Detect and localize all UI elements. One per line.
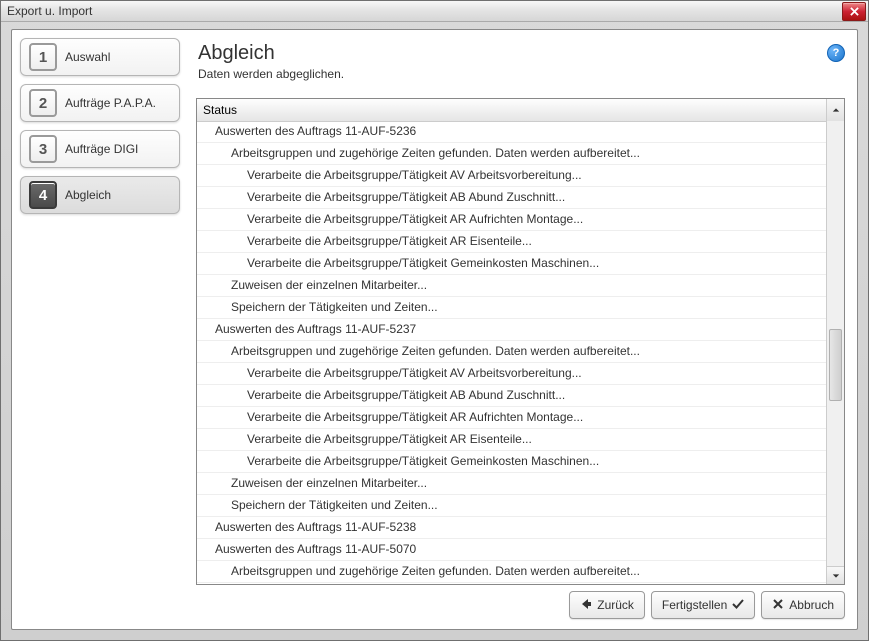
content-frame: 1 Auswahl 2 Aufträge P.A.P.A. 3 Aufträge DIGI… <box>11 29 858 630</box>
status-row[interactable]: Arbeitsgruppen und zugehörige Zeiten gef… <box>197 143 827 165</box>
status-row[interactable]: Arbeitsgruppen und zugehörige Zeiten gef… <box>197 561 827 583</box>
wizard-step-1[interactable]: 1 Auswahl <box>20 38 180 76</box>
step-number-badge: 3 <box>29 135 57 163</box>
check-icon <box>732 598 744 613</box>
status-header-label: Status <box>203 103 237 117</box>
step-number-badge: 1 <box>29 43 57 71</box>
status-row[interactable]: Verarbeite die Arbeitsgruppe/Tätigkeit A… <box>197 187 827 209</box>
step-number-badge: 2 <box>29 89 57 117</box>
vertical-scrollbar[interactable] <box>826 121 844 584</box>
back-button-label: Zurück <box>597 598 634 612</box>
wizard-buttons: Zurück Fertigstellen Abbruch <box>569 591 845 619</box>
wizard-step-3[interactable]: 3 Aufträge DIGI <box>20 130 180 168</box>
status-listbox: Status Auswerten des Auftrags 11-AUF-523… <box>196 98 845 585</box>
status-row[interactable]: Verarbeite die Arbeitsgruppe/Tätigkeit A… <box>197 385 827 407</box>
page-subtitle: Daten werden abgeglichen. <box>198 67 849 81</box>
wizard-sidebar: 1 Auswahl 2 Aufträge P.A.P.A. 3 Aufträge DIGI… <box>20 38 180 222</box>
step-label: Aufträge P.A.P.A. <box>65 96 156 110</box>
step-number-badge: 4 <box>29 181 57 209</box>
status-row[interactable]: Auswerten des Auftrags 11-AUF-5236 <box>197 121 827 143</box>
status-row[interactable]: Speichern der Tätigkeiten und Zeiten... <box>197 297 827 319</box>
finish-button[interactable]: Fertigstellen <box>651 591 755 619</box>
back-button[interactable]: Zurück <box>569 591 645 619</box>
step-label: Abgleich <box>65 188 111 202</box>
window: Export u. Import 1 Auswahl 2 Aufträge P.A.P… <box>0 0 869 641</box>
main-panel: ? Abgleich Daten werden abgeglichen. Sta… <box>192 38 849 585</box>
status-row[interactable]: Arbeitsgruppen und zugehörige Zeiten gef… <box>197 341 827 363</box>
status-row[interactable]: Verarbeite die Arbeitsgruppe/Tätigkeit A… <box>197 209 827 231</box>
status-row[interactable]: Verarbeite die Arbeitsgruppe/Tätigkeit A… <box>197 407 827 429</box>
status-row[interactable]: Zuweisen der einzelnen Mitarbeiter... <box>197 473 827 495</box>
page-title: Abgleich <box>198 42 849 65</box>
titlebar: Export u. Import <box>1 1 868 22</box>
status-row[interactable]: Verarbeite die Arbeitsgruppe/Tätigkeit G… <box>197 451 827 473</box>
arrow-left-icon <box>580 598 592 613</box>
status-row[interactable]: Auswerten des Auftrags 11-AUF-5238 <box>197 517 827 539</box>
help-icon[interactable]: ? <box>827 44 845 62</box>
step-label: Auswahl <box>65 50 110 64</box>
status-list-header[interactable]: Status <box>197 99 844 122</box>
status-row[interactable]: Verarbeite die Arbeitsgruppe/Tätigkeit A… <box>197 429 827 451</box>
finish-button-label: Fertigstellen <box>662 598 727 612</box>
wizard-step-4[interactable]: 4 Abgleich <box>20 176 180 214</box>
cancel-button-label: Abbruch <box>789 598 834 612</box>
scrollbar-thumb[interactable] <box>829 329 842 401</box>
scroll-up-button[interactable] <box>826 99 844 121</box>
status-row[interactable]: Zuweisen der einzelnen Mitarbeiter... <box>197 275 827 297</box>
cancel-button[interactable]: Abbruch <box>761 591 845 619</box>
step-label: Aufträge DIGI <box>65 142 138 156</box>
status-row[interactable]: Speichern der Tätigkeiten und Zeiten... <box>197 495 827 517</box>
wizard-step-2[interactable]: 2 Aufträge P.A.P.A. <box>20 84 180 122</box>
close-icon[interactable] <box>842 2 866 21</box>
status-row[interactable]: Verarbeite die Arbeitsgruppe/Tätigkeit G… <box>197 253 827 275</box>
status-list-body[interactable]: Auswerten des Auftrags 11-AUF-5236Arbeit… <box>197 121 827 584</box>
scroll-down-button[interactable] <box>827 566 844 584</box>
status-row[interactable]: Verarbeite die Arbeitsgruppe/Tätigkeit A… <box>197 165 827 187</box>
window-title: Export u. Import <box>7 4 92 18</box>
status-row[interactable]: Auswerten des Auftrags 11-AUF-5237 <box>197 319 827 341</box>
cancel-icon <box>772 598 784 613</box>
status-row[interactable]: Verarbeite die Arbeitsgruppe/Tätigkeit A… <box>197 231 827 253</box>
status-row[interactable]: Verarbeite die Arbeitsgruppe/Tätigkeit A… <box>197 363 827 385</box>
status-row[interactable]: Auswerten des Auftrags 11-AUF-5070 <box>197 539 827 561</box>
